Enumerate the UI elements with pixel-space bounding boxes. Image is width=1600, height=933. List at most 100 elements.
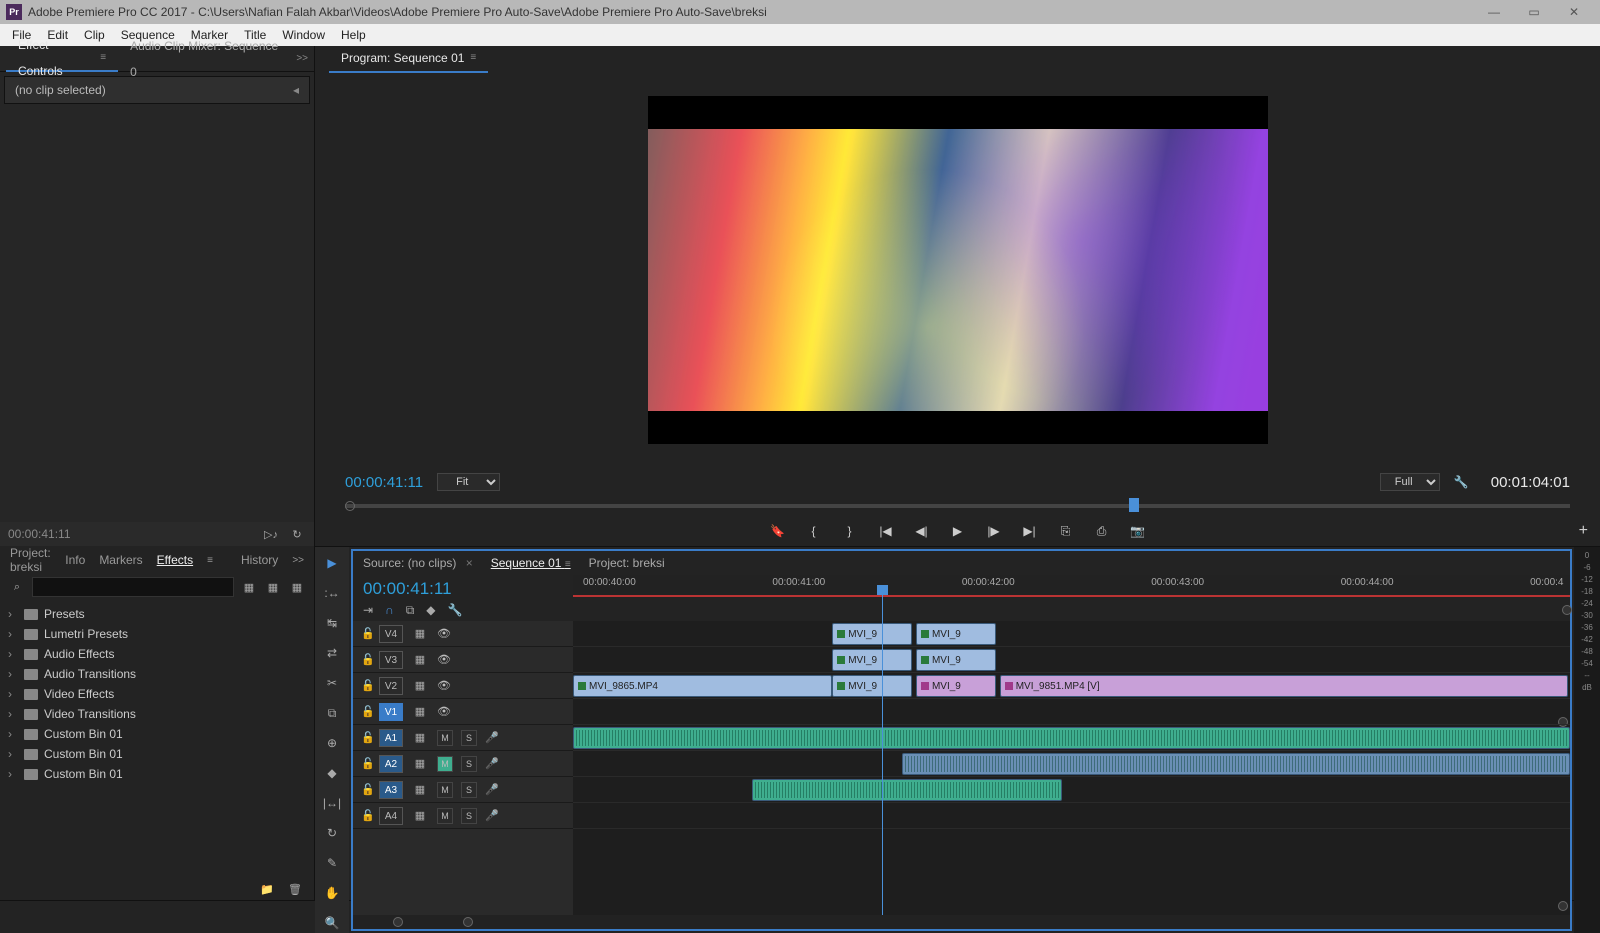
voice-over-icon[interactable]: 🎤 (485, 783, 499, 796)
effects-search-input[interactable] (32, 577, 234, 597)
tree-item[interactable]: ›Custom Bin 01 (8, 744, 306, 764)
timeline-clip[interactable] (752, 779, 1061, 801)
tab-audio-clip-mixer[interactable]: Audio Clip Mixer: Sequence 0 (118, 46, 296, 72)
voice-over-icon[interactable]: 🎤 (485, 809, 499, 822)
lock-icon[interactable]: 🔓 (361, 653, 371, 666)
tree-item[interactable]: ›Custom Bin 01 (8, 724, 306, 744)
razor-tool[interactable]: ⧉ (322, 703, 342, 723)
timeline-hscroll[interactable] (353, 915, 1570, 929)
program-monitor[interactable] (648, 96, 1268, 444)
hscroll-start-handle[interactable] (393, 917, 403, 927)
ruler-scroll-end[interactable] (1562, 605, 1572, 615)
play-icon[interactable]: ▶ (950, 524, 966, 538)
voice-over-icon[interactable]: 🎤 (485, 731, 499, 744)
timeline-clip[interactable]: MVI_9 (916, 623, 996, 645)
timeline-clip[interactable]: MVI_9 (916, 649, 996, 671)
menu-help[interactable]: Help (333, 28, 374, 42)
ripple-edit-tool[interactable]: ↹ (322, 613, 342, 633)
lock-icon[interactable]: 🔓 (361, 627, 371, 640)
rate-stretch-tool[interactable]: ✂ (322, 673, 342, 693)
timeline-clip[interactable]: MVI_9865.MP4 (573, 675, 832, 697)
close-tab-icon[interactable]: × (466, 556, 473, 570)
hscroll-end-handle[interactable] (463, 917, 473, 927)
step-back-icon[interactable]: ◀| (914, 524, 930, 538)
hand-tool-2[interactable]: ✋ (322, 883, 342, 903)
scrub-playhead-handle[interactable] (1129, 498, 1139, 512)
solo-button[interactable]: S (461, 756, 477, 772)
solo-button[interactable]: S (461, 808, 477, 824)
go-to-in-icon[interactable]: |◀ (878, 524, 894, 538)
export-frame-icon[interactable]: 📷 (1130, 524, 1146, 538)
linked-selection-icon[interactable]: ⧉ (406, 603, 415, 618)
toggle-track-output-icon[interactable]: 👁 (437, 679, 451, 692)
track-lane[interactable]: MVI_9MVI_9 (573, 621, 1570, 647)
close-button[interactable]: ✕ (1554, 5, 1594, 19)
go-to-out-icon[interactable]: ▶| (1022, 524, 1038, 538)
program-scrubber[interactable] (345, 496, 1570, 516)
track-lane[interactable]: MVI_9MVI_9 (573, 647, 1570, 673)
sync-lock-icon[interactable]: ▦ (411, 729, 429, 747)
lock-icon[interactable]: 🔓 (361, 705, 371, 718)
track-target[interactable]: A3 (379, 781, 403, 799)
preset-icon-2[interactable]: ▦ (264, 578, 282, 596)
audio-track-head[interactable]: 🔓A3▦MS🎤 (353, 777, 573, 803)
mark-in-icon[interactable]: { (806, 524, 822, 538)
button-editor-icon[interactable]: + (1579, 522, 1588, 540)
resolution-select[interactable]: Full (1380, 473, 1440, 491)
lock-icon[interactable]: 🔓 (361, 679, 371, 692)
toggle-track-output-icon[interactable]: 👁 (437, 653, 451, 666)
new-bin-icon[interactable]: 📁 (258, 880, 276, 898)
timeline-clip[interactable] (902, 753, 1570, 775)
track-select-tool[interactable]: :↔ (322, 583, 342, 603)
tab-markers[interactable]: Markers (99, 553, 142, 567)
audio-track-head[interactable]: 🔓A2▦MS🎤 (353, 751, 573, 777)
magnet-icon[interactable]: ∩ (385, 603, 394, 618)
vertical-scroll-bottom[interactable] (1558, 901, 1568, 911)
tab-history[interactable]: History (241, 553, 278, 567)
timeline-clip[interactable]: MVI_9 (832, 623, 912, 645)
video-track-head[interactable]: 🔓 V3 ▦ 👁 (353, 647, 573, 673)
delete-icon[interactable]: 🗑 (286, 880, 304, 898)
play-around-icon[interactable]: ▷♪ (262, 525, 280, 543)
voice-over-icon[interactable]: 🎤 (485, 757, 499, 770)
tree-item[interactable]: ›Lumetri Presets (8, 624, 306, 644)
preset-icon-3[interactable]: ▦ (288, 578, 306, 596)
tree-item[interactable]: ›Audio Transitions (8, 664, 306, 684)
settings-icon[interactable]: 🔧 (448, 603, 463, 618)
mute-button[interactable]: M (437, 730, 453, 746)
lock-icon[interactable]: 🔓 (361, 783, 371, 796)
sync-lock-icon[interactable]: ▦ (411, 755, 429, 773)
preset-icon-1[interactable]: ▦ (240, 578, 258, 596)
zoom-fit-select[interactable]: Fit (437, 473, 500, 491)
solo-button[interactable]: S (461, 730, 477, 746)
tab-source[interactable]: Source: (no clips) × (363, 556, 473, 570)
mute-button[interactable]: M (437, 782, 453, 798)
track-target[interactable]: V3 (379, 651, 403, 669)
lock-icon[interactable]: 🔓 (361, 757, 371, 770)
timeline-clip[interactable] (573, 727, 1570, 749)
video-track-head[interactable]: 🔓V1▦👁 (353, 699, 573, 725)
sync-lock-icon[interactable]: ▦ (411, 651, 429, 669)
panel-menu-icon[interactable]: ≡ (470, 45, 476, 71)
pen-tool[interactable]: |↔| (322, 793, 342, 813)
slip-tool[interactable]: ⊕ (322, 733, 342, 753)
program-timecode[interactable]: 00:00:41:11 (345, 474, 423, 491)
tab-sequence[interactable]: Sequence 01 ≡ (491, 556, 571, 570)
audio-track-head[interactable]: 🔓A4▦MS🎤 (353, 803, 573, 829)
lock-icon[interactable]: 🔓 (361, 809, 371, 822)
tab-effect-controls[interactable]: Effect Controls≡ (6, 46, 118, 72)
tab-project[interactable]: Project: breksi (10, 546, 51, 574)
lock-icon[interactable]: 🔓 (361, 731, 371, 744)
track-target[interactable]: V1 (379, 703, 403, 721)
track-lane[interactable] (573, 751, 1570, 777)
snap-icon[interactable]: ⇥ (363, 603, 373, 618)
timeline-clip[interactable]: MVI_9 (832, 649, 912, 671)
tab-effects[interactable]: Effects (157, 553, 193, 567)
toggle-track-output-icon[interactable]: 👁 (437, 705, 451, 718)
loop-icon[interactable]: ↻ (288, 525, 306, 543)
selection-tool[interactable]: ▶ (322, 553, 342, 573)
timeline-clip[interactable]: MVI_9 (832, 675, 912, 697)
mark-out-icon[interactable]: } (842, 524, 858, 538)
track-lane[interactable] (573, 803, 1570, 829)
track-target[interactable]: V2 (379, 677, 403, 695)
